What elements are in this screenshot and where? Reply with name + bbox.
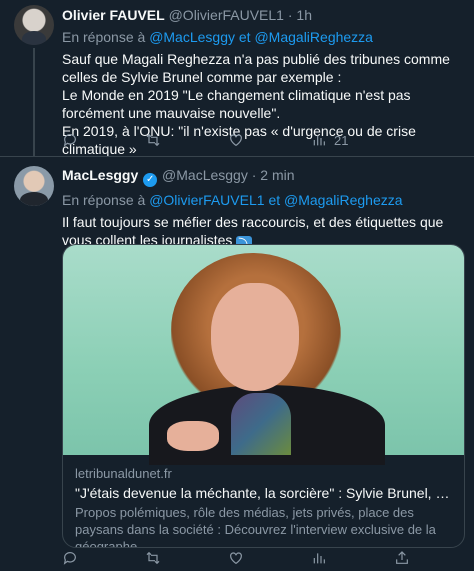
reply-button[interactable]	[62, 132, 145, 148]
reply-context: En réponse à @OlivierFAUVEL1 et @MagaliR…	[62, 191, 462, 209]
card-domain: letribunaldunet.fr	[75, 466, 172, 481]
author-handle[interactable]: @MacLesggy	[162, 167, 248, 183]
like-button[interactable]	[228, 550, 311, 566]
mention-link[interactable]: @MagaliReghezza	[284, 192, 403, 208]
tweet-header: Olivier FAUVEL @OlivierFAUVEL1 · 1h	[62, 6, 462, 24]
heart-icon	[230, 552, 242, 565]
tweet-text-body: Il faut toujours se méfier des raccourci…	[62, 214, 444, 248]
link-card[interactable]: letribunaldunet.fr "J'étais devenue la m…	[62, 244, 465, 548]
reply-joiner: et	[268, 192, 281, 208]
views-count: 21	[334, 132, 349, 148]
retweet-button[interactable]	[145, 132, 228, 148]
reply-icon	[63, 552, 76, 565]
bar-chart-icon	[313, 553, 325, 564]
dot-separator: ·	[251, 167, 257, 183]
portrait-blouse	[231, 393, 291, 455]
mention-link[interactable]: @MagaliReghezza	[254, 29, 373, 45]
reply-prefix: En réponse à	[62, 29, 146, 45]
share-button[interactable]	[394, 550, 474, 566]
views-button[interactable]	[311, 550, 394, 566]
retweet-icon	[146, 133, 160, 147]
tweet-header: MacLesggy ✓ @MacLesggy · 2 min	[62, 166, 462, 187]
author-name[interactable]: MacLesggy	[62, 167, 138, 183]
author-name[interactable]: Olivier FAUVEL	[62, 7, 165, 23]
reply-prefix: En réponse à	[62, 192, 146, 208]
bar-chart-icon	[313, 135, 325, 146]
avatar[interactable]	[14, 166, 54, 206]
mention-link[interactable]: @OlivierFAUVEL1	[149, 192, 264, 208]
divider	[0, 156, 474, 157]
card-body: letribunaldunet.fr "J'étais devenue la m…	[63, 455, 464, 548]
thread-line	[33, 48, 35, 156]
tweet-actions: 21	[62, 132, 394, 148]
tweet-text-line: Sauf que Magali Reghezza n'a pas publié …	[62, 51, 450, 85]
heart-icon	[230, 134, 242, 147]
reply-icon	[63, 134, 76, 147]
card-description: Propos polémiques, rôle des médias, jets…	[75, 505, 436, 548]
retweet-icon	[146, 551, 160, 565]
timestamp[interactable]: 2 min	[260, 167, 294, 183]
views-button[interactable]: 21	[311, 132, 394, 148]
author-handle[interactable]: @OlivierFAUVEL1	[169, 7, 284, 23]
verified-badge-icon: ✓	[143, 173, 158, 187]
dot-separator: ·	[287, 7, 293, 23]
reply-joiner: et	[238, 29, 251, 45]
timestamp[interactable]: 1h	[296, 7, 312, 23]
card-title[interactable]: "J'étais devenue la méchante, la sorcièr…	[75, 484, 452, 502]
like-button[interactable]	[228, 132, 311, 148]
retweet-button[interactable]	[145, 550, 228, 566]
tweet-text-line: Le Monde en 2019 "Le changement climatiq…	[62, 87, 411, 121]
portrait-hand	[167, 421, 219, 451]
portrait-face	[211, 283, 299, 391]
avatar[interactable]	[14, 5, 54, 45]
mention-link[interactable]: @MacLesggy	[149, 29, 235, 45]
tweet-actions	[62, 550, 474, 566]
share-icon	[396, 551, 408, 564]
reply-context: En réponse à @MacLesggy et @MagaliReghez…	[62, 28, 462, 46]
card-image[interactable]	[63, 245, 464, 465]
reply-button[interactable]	[62, 550, 145, 566]
